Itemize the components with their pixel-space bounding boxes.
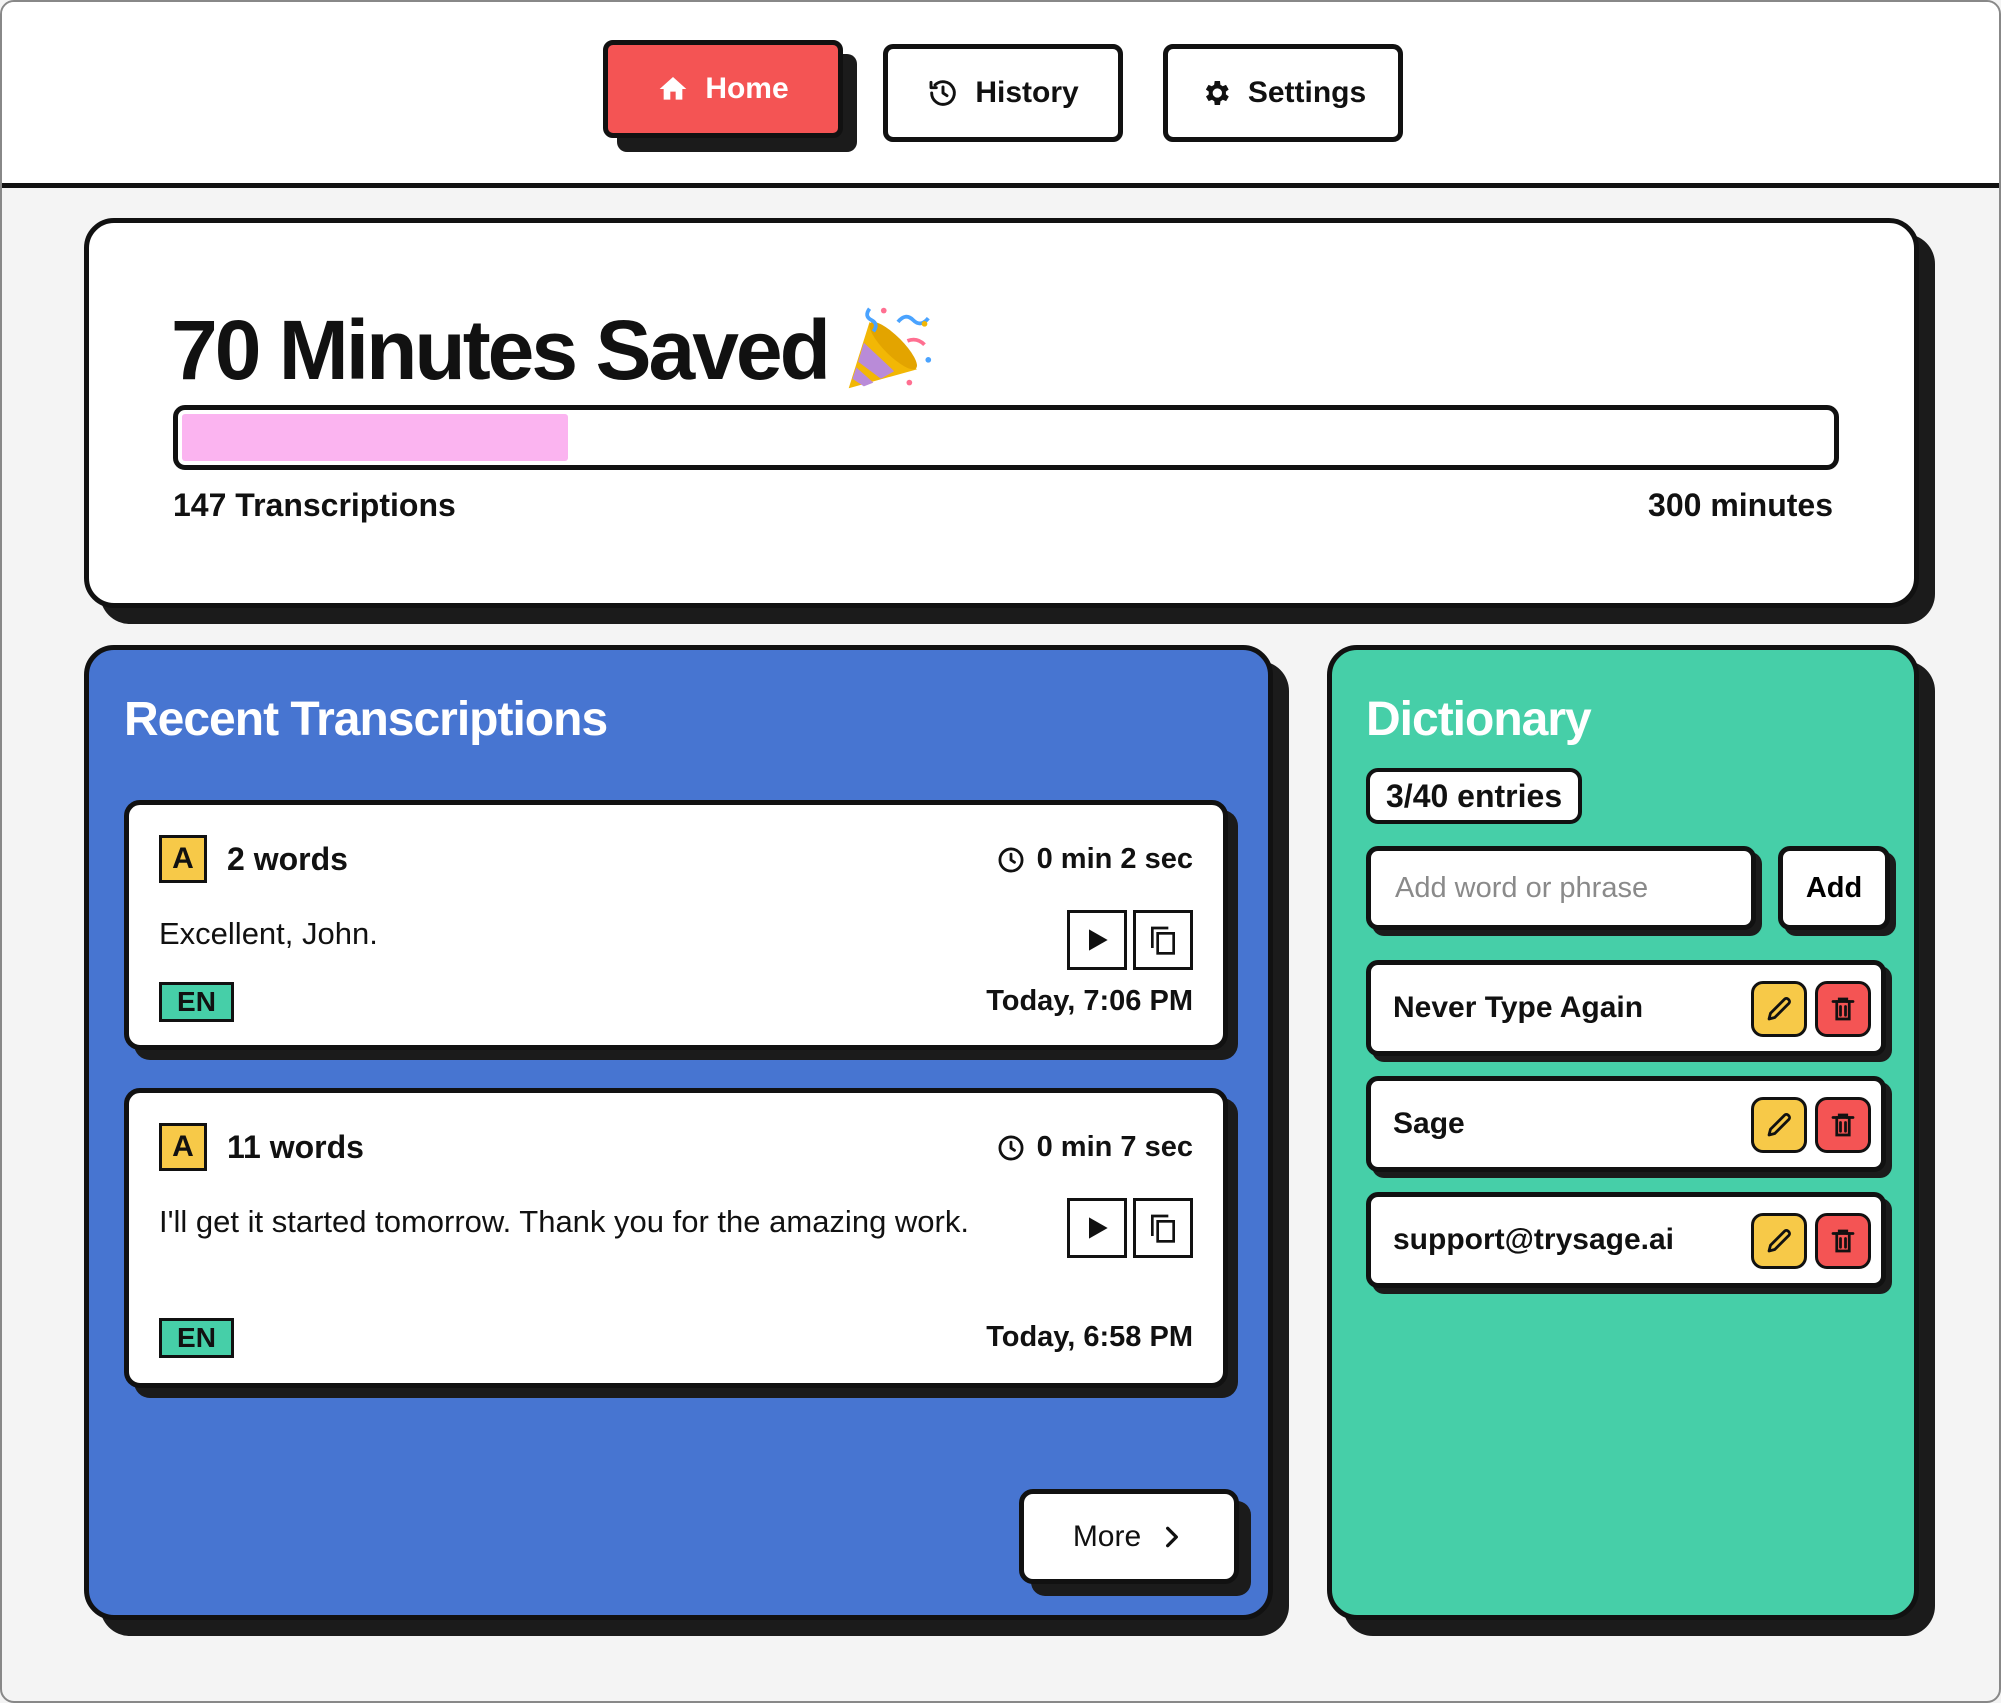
timestamp: Today, 6:58 PM <box>986 1321 1193 1353</box>
word-count: 2 words <box>227 841 348 877</box>
copy-button[interactable] <box>1133 910 1193 970</box>
clock-icon <box>998 1135 1024 1160</box>
transcriptions-count: 147 Transcriptions <box>173 487 456 523</box>
progress-bar-fill <box>182 414 568 461</box>
pencil-icon <box>1767 1113 1791 1137</box>
stats-card: 70 Minutes Saved 147 Transcriptions 300 … <box>84 218 1919 608</box>
copy-icon <box>1151 1214 1175 1243</box>
party-popper-icon <box>848 307 932 389</box>
history-icon <box>929 80 957 106</box>
tab-home[interactable]: Home <box>603 40 843 138</box>
entry-count-badge: 3/40 entries <box>1366 768 1583 824</box>
top-nav-bar: Home History Settings <box>2 2 1999 188</box>
more-button-label: More <box>1072 1519 1142 1553</box>
delete-entry-button[interactable] <box>1815 1213 1871 1269</box>
minutes-goal: 300 minutes <box>1648 487 1833 523</box>
recent-transcriptions-title: Recent Transcriptions <box>124 693 608 746</box>
dictionary-title: Dictionary <box>1366 693 1592 746</box>
add-word-input[interactable] <box>1366 846 1756 930</box>
timestamp: Today, 7:06 PM <box>986 985 1193 1017</box>
tab-settings-label: Settings <box>1247 76 1367 109</box>
pencil-icon <box>1767 997 1791 1021</box>
minutes-saved-title: 70 Minutes Saved <box>171 303 831 397</box>
more-button[interactable]: More <box>1019 1489 1239 1584</box>
recent-transcriptions-panel: Recent Transcriptions A 2 words 0 min 2 … <box>84 645 1273 1620</box>
delete-entry-button[interactable] <box>1815 1097 1871 1153</box>
dictionary-entry-label: Sage <box>1393 1107 1465 1140</box>
progress-bar <box>173 405 1839 470</box>
language-badge: EN <box>159 982 234 1022</box>
dictionary-entry-label: support@trysage.ai <box>1393 1223 1674 1256</box>
tab-history-label: History <box>975 76 1079 109</box>
transcription-card: A 11 words 0 min 7 sec I'll get it start… <box>124 1088 1228 1388</box>
trash-icon <box>1831 1229 1855 1253</box>
transcription-badge: A <box>159 1123 207 1171</box>
transcription-badge: A <box>159 835 207 883</box>
play-button[interactable] <box>1067 910 1127 970</box>
gear-icon <box>1205 81 1229 105</box>
dictionary-entry: support@trysage.ai <box>1366 1192 1886 1288</box>
transcription-card: A 2 words 0 min 2 sec Excellent, John. E… <box>124 800 1228 1050</box>
play-icon <box>1089 1217 1108 1239</box>
duration: 0 min 7 sec <box>997 1131 1193 1164</box>
duration-label: 0 min 7 sec <box>1036 1131 1193 1163</box>
play-icon <box>1089 929 1108 951</box>
play-button[interactable] <box>1067 1198 1127 1258</box>
word-count: 11 words <box>227 1129 364 1165</box>
tab-history[interactable]: History <box>883 44 1123 142</box>
trash-icon <box>1831 997 1855 1021</box>
duration: 0 min 2 sec <box>997 843 1193 876</box>
dictionary-panel: Dictionary 3/40 entries Add Never Type A… <box>1327 645 1919 1620</box>
trash-icon <box>1831 1113 1855 1137</box>
language-badge: EN <box>159 1318 234 1358</box>
pencil-icon <box>1767 1229 1791 1253</box>
transcription-text: Excellent, John. <box>159 916 378 951</box>
home-icon <box>659 77 687 100</box>
chevron-right-icon <box>1166 1526 1179 1547</box>
duration-label: 0 min 2 sec <box>1036 843 1193 875</box>
tab-home-label: Home <box>705 72 789 105</box>
add-word-button[interactable]: Add <box>1778 846 1890 930</box>
edit-entry-button[interactable] <box>1751 1213 1807 1269</box>
app-window: Home History Settings 70 Minutes Saved 1… <box>0 0 2001 1703</box>
tab-settings[interactable]: Settings <box>1163 44 1403 142</box>
copy-button[interactable] <box>1133 1198 1193 1258</box>
dictionary-entry: Never Type Again <box>1366 960 1886 1056</box>
copy-icon <box>1151 926 1175 955</box>
dictionary-entry: Sage <box>1366 1076 1886 1172</box>
edit-entry-button[interactable] <box>1751 1097 1807 1153</box>
dictionary-entry-label: Never Type Again <box>1393 991 1644 1024</box>
edit-entry-button[interactable] <box>1751 981 1807 1037</box>
transcription-text: I'll get it started tomorrow. Thank you … <box>159 1204 969 1239</box>
clock-icon <box>998 847 1024 872</box>
delete-entry-button[interactable] <box>1815 981 1871 1037</box>
